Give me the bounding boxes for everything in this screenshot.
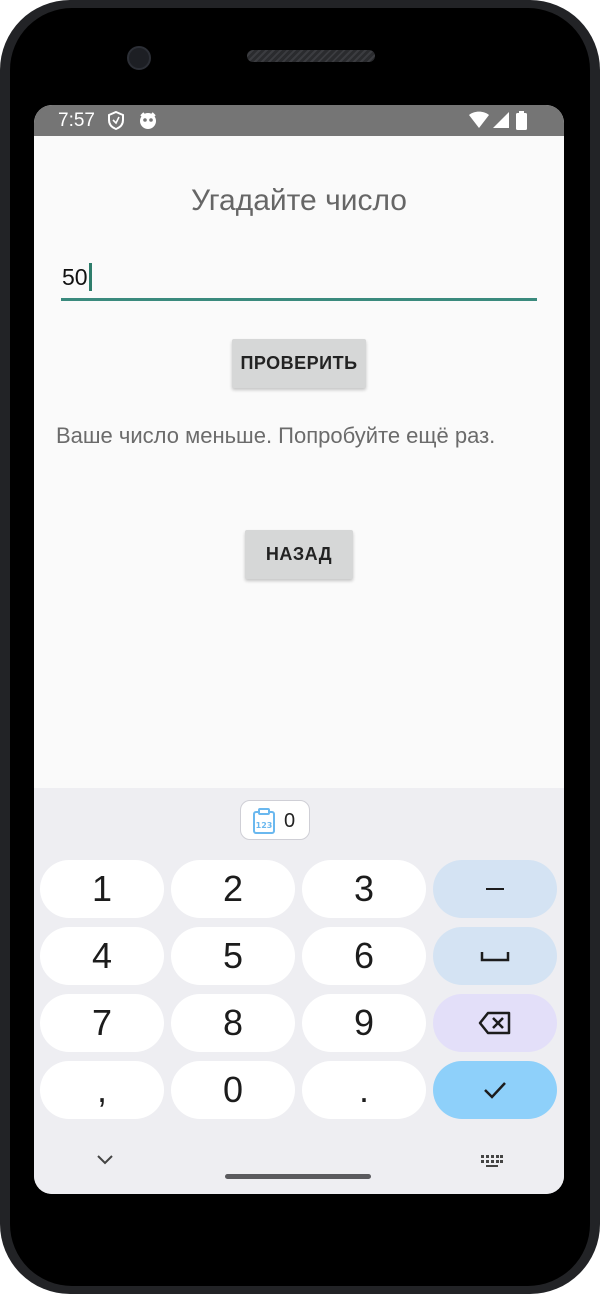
minus-icon <box>486 888 504 890</box>
phone-frame: 7:57 Угадайте число 50 ПРОВЕРИТЬ Ваше чи… <box>0 0 600 1294</box>
key-2[interactable]: 2 <box>171 860 295 918</box>
signal-icon <box>492 111 510 135</box>
number-input[interactable]: 50 <box>61 258 537 301</box>
status-time: 7:57 <box>58 110 95 131</box>
key-backspace[interactable] <box>433 994 557 1052</box>
checkmark-icon <box>484 1082 506 1099</box>
clipboard-numbers-icon: 123 <box>252 808 276 839</box>
shield-icon <box>108 110 124 136</box>
backspace-icon <box>478 1011 511 1035</box>
battery-icon <box>516 111 527 136</box>
text-cursor <box>88 262 92 291</box>
status-bar: 7:57 <box>34 105 564 136</box>
result-message: Ваше число меньше. Попробуйте ещё раз. <box>56 423 496 448</box>
back-button[interactable]: НАЗАД <box>245 530 353 579</box>
numeric-keyboard: 123 0 1 2 3 4 5 6 7 8 9 , 0 . <box>34 788 564 1194</box>
earpiece-speaker <box>247 50 375 62</box>
number-input-value: 50 <box>62 262 92 293</box>
assistant-icon <box>138 111 158 136</box>
key-6[interactable]: 6 <box>302 927 426 985</box>
key-space[interactable] <box>433 927 557 985</box>
key-comma[interactable]: , <box>40 1061 164 1119</box>
home-indicator[interactable] <box>225 1174 371 1179</box>
page-title: Угадайте число <box>191 184 407 217</box>
key-period[interactable]: . <box>302 1061 426 1119</box>
svg-text:123: 123 <box>256 821 273 830</box>
check-button[interactable]: ПРОВЕРИТЬ <box>232 339 366 388</box>
chevron-down-icon[interactable] <box>96 1153 114 1171</box>
app-content: Угадайте число 50 ПРОВЕРИТЬ Ваше число м… <box>34 136 564 788</box>
screen: 7:57 Угадайте число 50 ПРОВЕРИТЬ Ваше чи… <box>34 105 564 1194</box>
clipboard-suggestion-chip[interactable]: 123 0 <box>240 800 310 840</box>
wifi-icon <box>468 111 490 135</box>
key-8[interactable]: 8 <box>171 994 295 1052</box>
key-3[interactable]: 3 <box>302 860 426 918</box>
key-minus[interactable] <box>433 860 557 918</box>
key-4[interactable]: 4 <box>40 927 164 985</box>
key-1[interactable]: 1 <box>40 860 164 918</box>
key-7[interactable]: 7 <box>40 994 164 1052</box>
front-camera <box>127 46 151 70</box>
key-9[interactable]: 9 <box>302 994 426 1052</box>
clipboard-suggestion-label: 0 <box>284 810 296 832</box>
key-5[interactable]: 5 <box>171 927 295 985</box>
key-done[interactable] <box>433 1061 557 1119</box>
space-icon <box>480 952 510 962</box>
keyboard-icon[interactable] <box>480 1154 504 1173</box>
key-0[interactable]: 0 <box>171 1061 295 1119</box>
